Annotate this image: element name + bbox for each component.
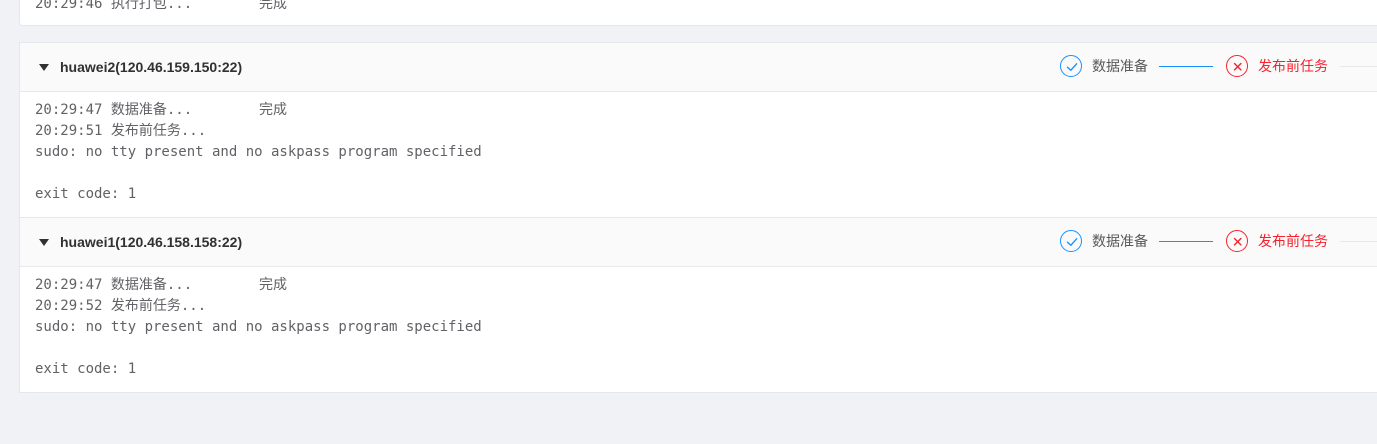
log-line: 20:29:47 数据准备... 完成 xyxy=(35,102,287,118)
step-connector xyxy=(1340,241,1377,242)
check-icon xyxy=(1060,230,1082,252)
host-title: huawei2(120.46.159.150:22) xyxy=(60,59,243,75)
log-line: 20:29:46 执行打包... 完成 xyxy=(35,0,287,12)
step-connector xyxy=(1159,241,1213,242)
step-label: 发布前任务 xyxy=(1258,234,1328,250)
host-panel: huawei1(120.46.158.158:22) 数据准备 发布前任务 20… xyxy=(19,217,1377,393)
step-pre-release-task: 发布前任务 xyxy=(1226,55,1336,79)
previous-host-panel: 20:29:46 执行打包... 完成 xyxy=(19,0,1377,26)
step-pre-release-task: 发布前任务 xyxy=(1226,230,1336,254)
close-icon xyxy=(1226,230,1248,252)
step-connector xyxy=(1340,66,1377,67)
log-output: 20:29:47 数据准备... 完成 20:29:51 发布前任务... sud… xyxy=(20,92,1377,213)
log-line: exit code: 1 xyxy=(35,186,137,202)
log-output: 20:29:47 数据准备... 完成 20:29:52 发布前任务... sud… xyxy=(20,267,1377,388)
log-line: sudo: no tty present and no askpass prog… xyxy=(35,319,482,335)
caret-down-icon[interactable] xyxy=(39,239,49,246)
host-title: huawei1(120.46.158.158:22) xyxy=(60,234,243,250)
deploy-log-page: 20:29:46 执行打包... 完成 huawei2(120.46.159.15… xyxy=(0,0,1377,444)
log-line: 20:29:51 发布前任务... xyxy=(35,123,207,139)
caret-down-icon[interactable] xyxy=(39,64,49,71)
step-label: 数据准备 xyxy=(1092,234,1148,250)
log-line: 20:29:47 数据准备... 完成 xyxy=(35,277,287,293)
host-panel: huawei2(120.46.159.150:22) 数据准备 发布前任务 20… xyxy=(19,42,1377,218)
host-panel-header[interactable]: huawei2(120.46.159.150:22) 数据准备 发布前任务 xyxy=(20,43,1377,92)
step-label: 发布前任务 xyxy=(1258,59,1328,75)
close-icon xyxy=(1226,55,1248,77)
log-line: 20:29:52 发布前任务... xyxy=(35,298,207,314)
step-label: 数据准备 xyxy=(1092,59,1148,75)
host-panel-header[interactable]: huawei1(120.46.158.158:22) 数据准备 发布前任务 xyxy=(20,218,1377,267)
log-line: sudo: no tty present and no askpass prog… xyxy=(35,144,482,160)
step-data-prepare: 数据准备 xyxy=(1060,230,1150,254)
step-connector xyxy=(1159,66,1213,67)
log-line: exit code: 1 xyxy=(35,361,137,377)
check-icon xyxy=(1060,55,1082,77)
step-data-prepare: 数据准备 xyxy=(1060,55,1150,79)
